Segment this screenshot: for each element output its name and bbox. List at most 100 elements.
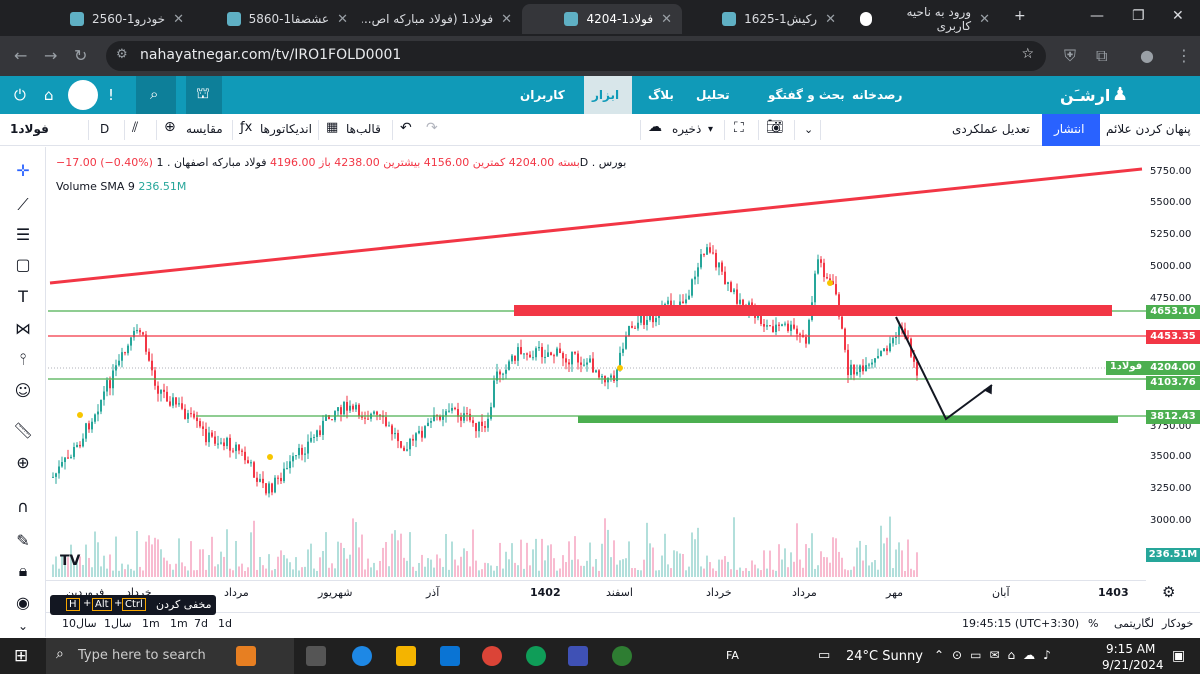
edge-icon[interactable] (352, 646, 372, 666)
emoji-icon[interactable]: ☺ (12, 381, 34, 403)
windows-start-icon[interactable]: ⊞ (14, 646, 28, 666)
prediction-icon[interactable]: ⫯ (12, 349, 34, 371)
menu-tools-active[interactable]: ابزار (584, 76, 632, 114)
price-chart[interactable]: TV (46, 147, 1146, 577)
forward-icon[interactable]: → (44, 46, 57, 65)
search-icon[interactable]: ⌕ (136, 76, 176, 114)
templates-button[interactable]: قالب‌ها (346, 122, 381, 136)
camera-icon[interactable]: 📷︎ (766, 119, 784, 135)
chevron-down-icon[interactable]: ⌄ (804, 123, 813, 136)
language-indicator[interactable]: FA (726, 649, 739, 662)
file-explorer-icon[interactable] (396, 646, 416, 666)
range-6m[interactable]: 1m (142, 617, 160, 630)
taskbar-search[interactable]: ⌕ Type here to search (46, 638, 294, 674)
browser-tab-active[interactable]: ✕ فولاد1-4204 (522, 4, 682, 34)
crosshair-icon[interactable]: ✛ (12, 161, 34, 183)
text-icon[interactable]: T (12, 287, 34, 309)
pattern-icon[interactable]: ⋈ (12, 319, 34, 341)
new-tab-icon[interactable]: + (1014, 8, 1026, 24)
range-1m[interactable]: 1m (170, 617, 188, 630)
zoom-in-icon[interactable]: ⊕ (12, 453, 34, 475)
task-view-icon[interactable] (306, 646, 326, 666)
close-icon[interactable]: ✕ (501, 12, 512, 27)
browser-tab[interactable]: ✕ خودرو1-2560 (4, 4, 194, 34)
indicators-button[interactable]: اندیکاتورها (260, 122, 312, 136)
undo-icon[interactable]: ↶ (400, 120, 412, 136)
symbol-name[interactable]: فولاد1 (10, 122, 49, 136)
price-scale[interactable]: 5750.00 5500.00 5250.00 5000.00 4750.00 … (1146, 147, 1200, 577)
menu-users[interactable]: کاربران (520, 88, 565, 102)
chrome-icon[interactable] (482, 646, 502, 666)
site-info-icon[interactable]: ⚙ (116, 47, 128, 62)
templates-icon[interactable]: ▦ (326, 120, 338, 135)
forecast-path[interactable] (895, 316, 993, 421)
close-icon[interactable]: ✕ (337, 12, 348, 27)
candles-icon[interactable]: ⫽ (132, 120, 138, 136)
support-zone[interactable] (578, 416, 1118, 423)
chevron-down-icon[interactable]: ▾ (708, 124, 713, 135)
menu-blog[interactable]: بلاگ (648, 88, 674, 102)
mail-icon[interactable] (440, 646, 460, 666)
more-icon[interactable]: ⋮ (1176, 46, 1192, 65)
browser-tab[interactable]: ✕ عشصفا1-5860 (198, 4, 358, 34)
event-marker[interactable] (827, 280, 833, 286)
site-logo-icon[interactable]: ⛫ (186, 76, 222, 114)
settings-gear-icon[interactable]: ⚙ (1162, 583, 1175, 601)
adjust-button[interactable]: تعدیل عملکردی (952, 122, 1030, 136)
resistance-zone[interactable] (514, 305, 1112, 316)
tray-icons[interactable]: ⌃⊙▭✉⌂☁♪ (934, 648, 1059, 662)
restore-icon[interactable]: ❐ (1132, 8, 1145, 24)
event-marker[interactable] (77, 412, 83, 418)
app-icon[interactable] (612, 646, 632, 666)
indicators-icon[interactable]: ƒx (240, 120, 252, 135)
bookmark-star-icon[interactable]: ☆ (1021, 46, 1034, 62)
reload-icon[interactable]: ↻ (74, 46, 87, 65)
clock-time[interactable]: 9:15 AM (1106, 642, 1155, 656)
event-marker[interactable] (267, 454, 273, 460)
range-1y[interactable]: 1سال (104, 617, 132, 630)
close-icon[interactable]: ✕ (979, 12, 990, 27)
clock-readout[interactable]: 19:45:15 (UTC+3:30) (962, 617, 1079, 630)
weather-icon[interactable]: ▭ (818, 648, 830, 663)
rectangle-icon[interactable]: ▢ (12, 255, 34, 277)
log-toggle[interactable]: لگاریتمی (1114, 617, 1154, 630)
extensions-icon[interactable]: ⧉ (1096, 46, 1107, 66)
compare-button[interactable]: مقایسه (186, 122, 223, 136)
auto-toggle[interactable]: خودکار (1162, 617, 1193, 630)
event-marker[interactable] (617, 365, 623, 371)
hide-marks-button[interactable]: پنهان کردن علائم (1106, 122, 1191, 136)
alert-icon[interactable]: ! (108, 86, 114, 104)
browser-tab[interactable]: ✕ ورود به ناحیه کاربری (850, 4, 1000, 34)
chart-pane[interactable]: TV −17.00 (−0.40%) بسته 4204.00 کمترین 4… (46, 147, 1146, 577)
window-close-icon[interactable]: ✕ (1172, 8, 1184, 24)
shield-icon[interactable]: ⛨ (1064, 46, 1076, 66)
chrome-icon[interactable] (526, 646, 546, 666)
minimize-icon[interactable]: — (1090, 8, 1104, 24)
avatar[interactable] (68, 80, 98, 110)
fullscreen-icon[interactable]: ⛶ (734, 120, 744, 136)
power-icon[interactable]: ⏻ (14, 86, 26, 104)
trend-line[interactable] (49, 167, 1143, 285)
range-10y[interactable]: 10سال (62, 617, 97, 630)
eye-icon[interactable]: ◉ (12, 593, 34, 615)
notification-icon[interactable]: ▣ (1172, 648, 1185, 664)
publish-button[interactable]: انتشار (1042, 114, 1100, 146)
weather-widget[interactable]: 24°C Sunny (846, 649, 923, 664)
interval-button[interactable]: D (100, 122, 109, 136)
url-field[interactable]: ⚙ nahayatnegar.com/tv/IRO1FOLD0001 ☆ (106, 41, 1046, 71)
site-logo[interactable]: ارشـَن (1060, 86, 1110, 105)
close-icon[interactable]: ✕ (173, 12, 184, 27)
cloud-icon[interactable]: ☁ (648, 119, 662, 135)
lock-drawings-icon[interactable]: ✎ (12, 531, 34, 553)
browser-tab[interactable]: ✕ رکیش1-1625 (686, 4, 846, 34)
chart-app-icon[interactable] (568, 646, 588, 666)
horizontal-lines-icon[interactable]: ☰ (12, 225, 34, 247)
save-button[interactable]: ذخیره (672, 122, 701, 136)
lock-icon[interactable]: 🔒︎ (12, 561, 34, 583)
profile-icon[interactable]: ● (1140, 46, 1154, 65)
redo-icon[interactable]: ↷ (426, 120, 438, 136)
browser-tab[interactable]: ✕ فولاد1 (فولاد مبارکه اص... (362, 4, 522, 34)
percent-toggle[interactable]: % (1088, 617, 1098, 630)
compare-plus-icon[interactable]: ⊕ (164, 119, 176, 135)
range-7d[interactable]: 7d (194, 617, 208, 630)
